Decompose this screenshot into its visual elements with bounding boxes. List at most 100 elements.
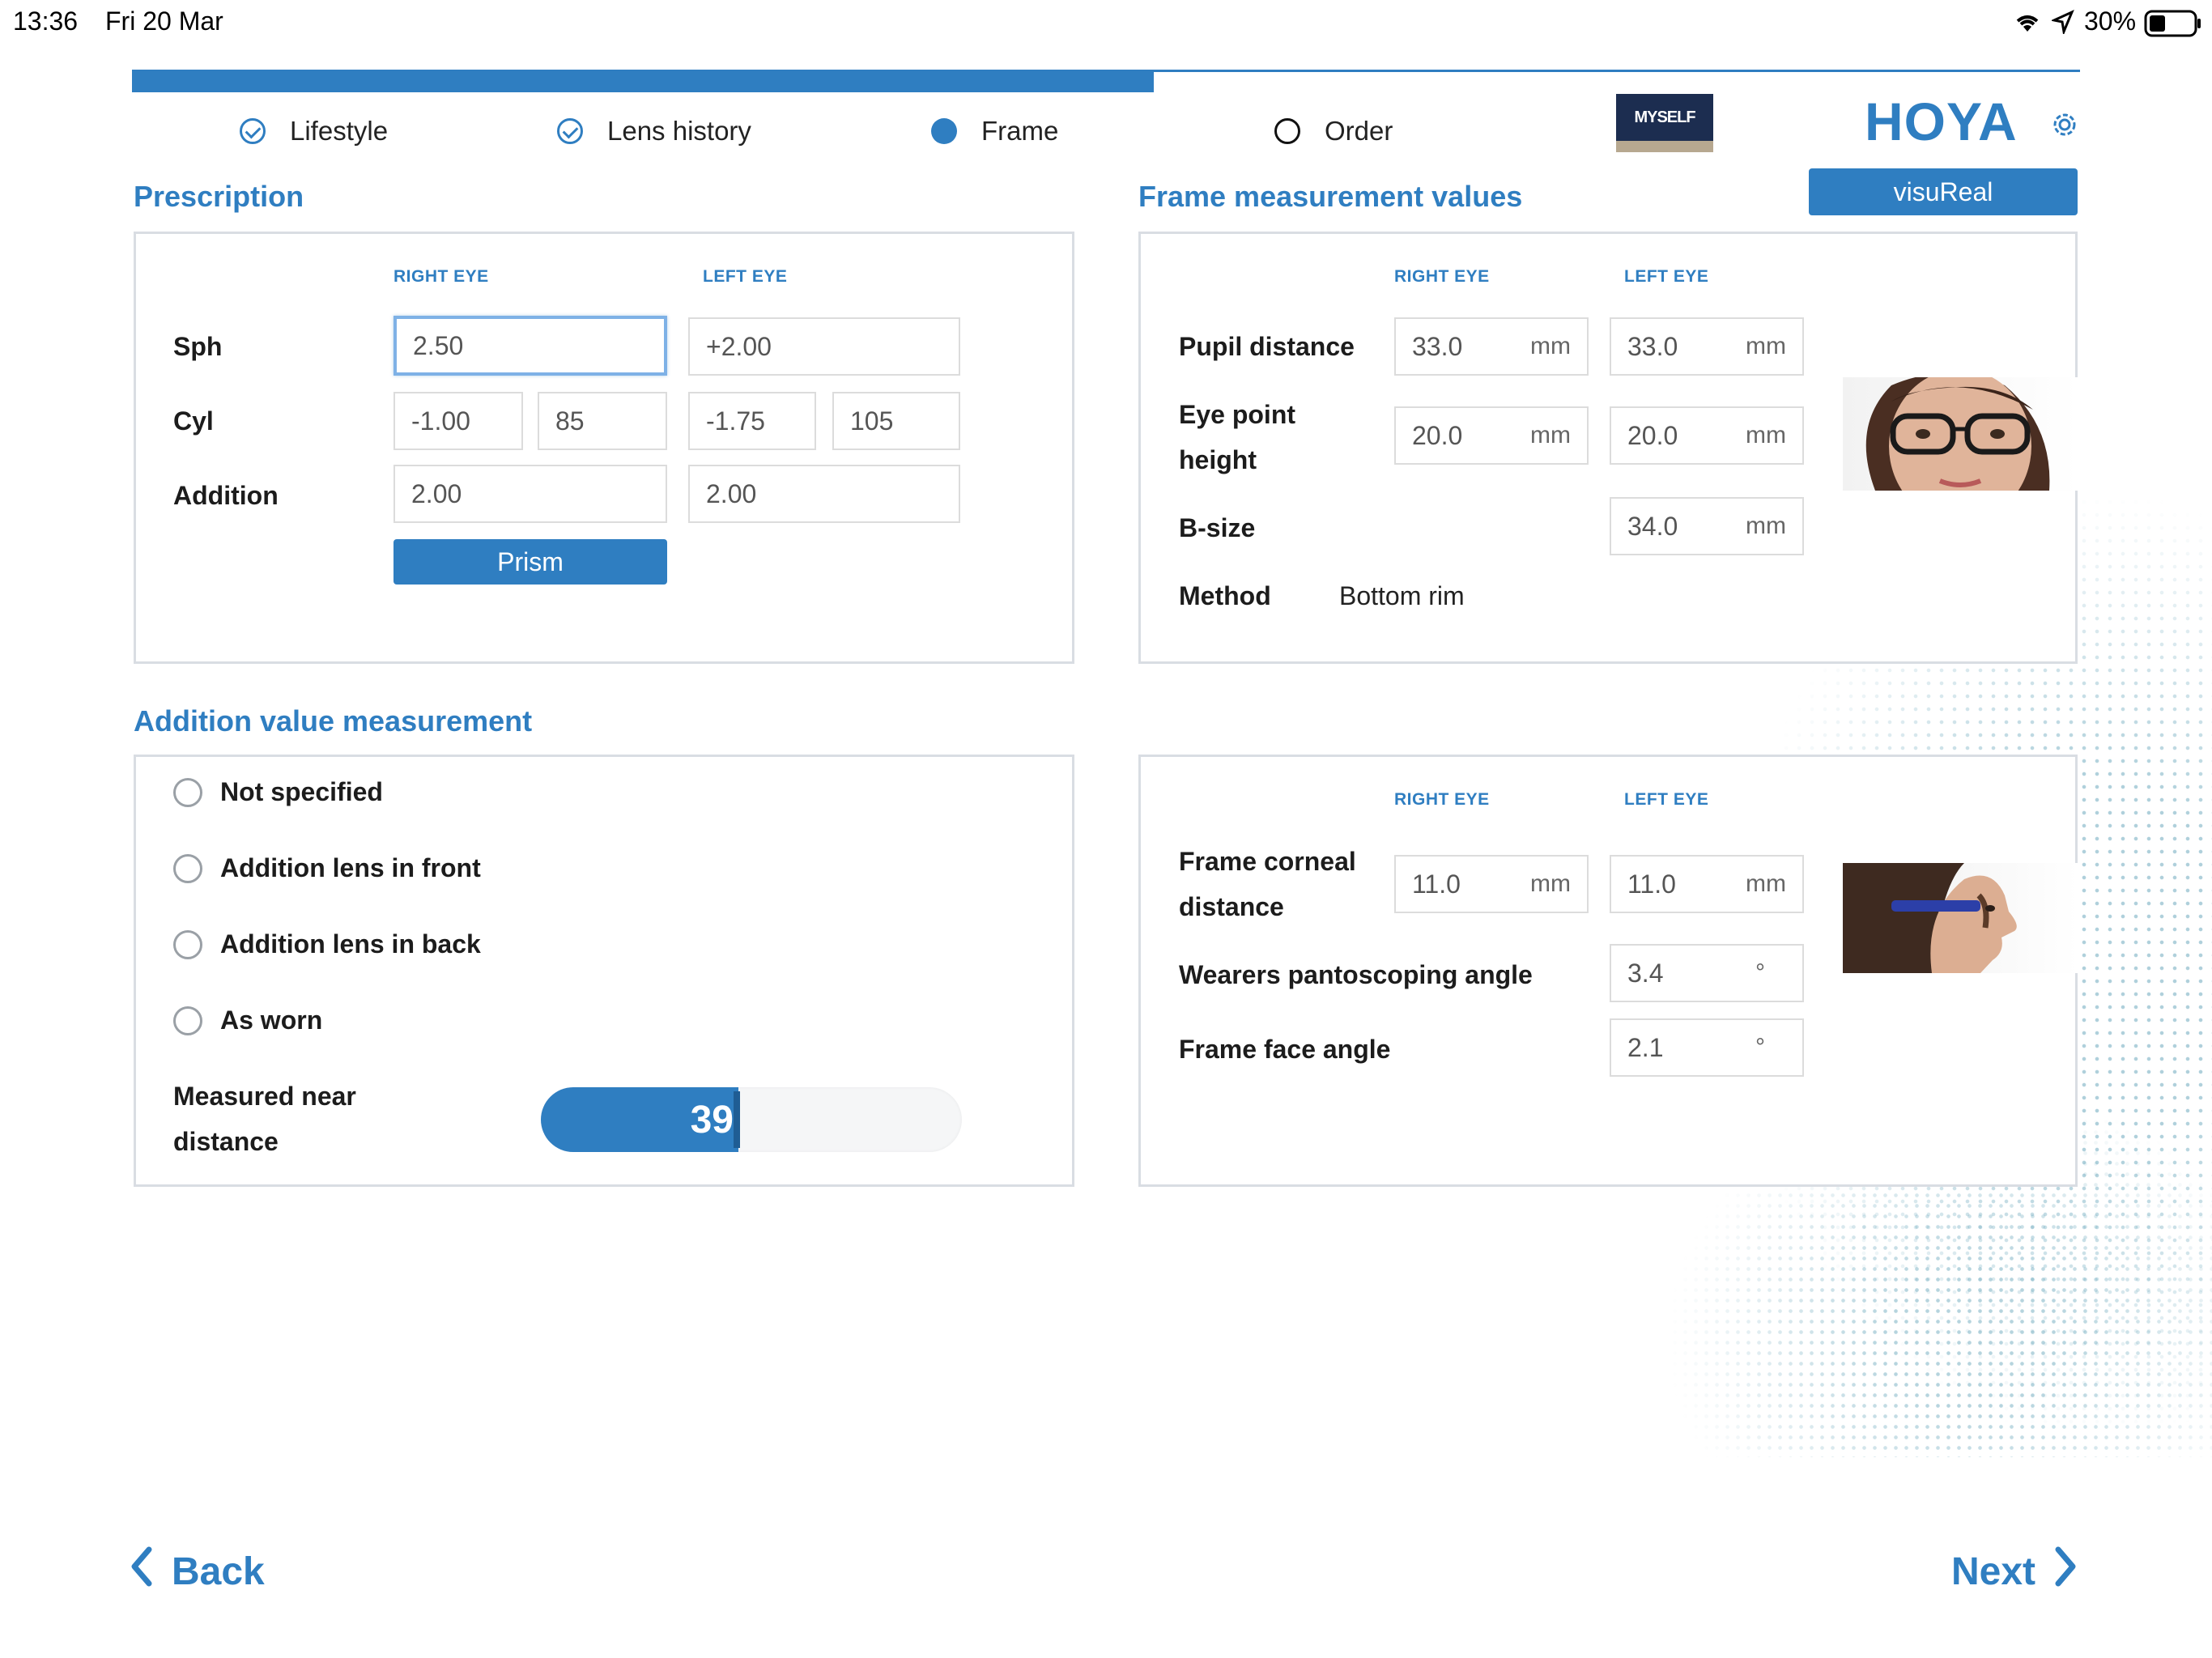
right-eye-header: RIGHT EYE [1394,790,1490,809]
radio-addition-lens-in-back[interactable]: Addition lens in back [173,929,481,959]
check-circle-icon [557,118,583,144]
right-eye-point-height-input[interactable]: 20.0 mm [1394,406,1589,465]
check-circle-icon [240,118,266,144]
right-corneal-distance-input[interactable]: 11.0 mm [1394,855,1589,913]
radio-addition-lens-in-front[interactable]: Addition lens in front [173,853,481,883]
myself-badge: MYSELF [1616,94,1713,152]
battery-percent: 30% [2084,6,2137,36]
field-value: 33.0 [1412,331,1463,361]
near-distance-label-2: distance [173,1127,279,1156]
filled-circle-icon [931,118,957,144]
sph-label: Sph [173,332,223,361]
field-value: 2.50 [413,330,464,360]
near-distance-value: 39 [690,1098,734,1141]
radio-not-specified[interactable]: Not specified [173,777,383,807]
corneal-distance-label-2: distance [1179,892,1284,921]
field-value: 85 [555,406,585,436]
back-button[interactable]: Back [130,1546,265,1596]
hoya-logo: HOYA [1865,91,2018,151]
left-face-angle-input[interactable]: 2.1 ° [1610,1018,1804,1077]
left-addition-input[interactable]: 2.00 [688,465,960,523]
near-distance-slider-handle[interactable] [734,1091,740,1148]
field-value: -1.75 [706,406,765,436]
field-value: 11.0 [1412,869,1461,899]
bsize-label: B-size [1179,513,1256,542]
next-button[interactable]: Next [1951,1546,2078,1596]
field-value: -1.00 [411,406,470,436]
field-value: 33.0 [1627,331,1678,361]
radio-label: As worn [220,1005,323,1035]
radio-circle-icon [173,1005,202,1035]
step-label: Order [1325,116,1393,146]
radio-circle-icon [173,777,202,807]
corneal-distance-label-1: Frame corneal [1179,847,1356,876]
unit-label: mm [1746,422,1786,449]
progress-fill [132,70,1154,92]
face-side-photo [1843,863,2078,973]
cyl-label: Cyl [173,406,214,436]
unit-label: mm [1746,333,1786,359]
right-cyl-input[interactable]: -1.00 [393,392,523,450]
field-value: 20.0 [1627,420,1678,450]
radio-circle-icon [173,853,202,883]
unit-label: mm [1746,870,1786,897]
pupil-distance-label: Pupil distance [1179,332,1355,361]
left-corneal-distance-input[interactable]: 11.0 mm [1610,855,1804,913]
step-lifestyle[interactable]: Lifestyle [240,113,388,149]
right-eye-header: RIGHT EYE [1394,267,1490,286]
near-distance-slider-fill: 39 [541,1087,738,1152]
eye-point-height-label-1: Eye point [1179,400,1296,429]
back-label: Back [172,1550,265,1593]
right-axis-input[interactable]: 85 [538,392,667,450]
unit-label: ° [1755,1034,1765,1061]
radio-as-worn[interactable]: As worn [173,1005,322,1035]
left-bsize-input[interactable]: 34.0 mm [1610,497,1804,555]
right-eye-header: RIGHT EYE [393,267,489,286]
left-pupil-distance-input[interactable]: 33.0 mm [1610,317,1804,376]
unit-label: mm [1746,512,1786,539]
step-label: Frame [981,116,1059,146]
gear-icon[interactable] [2048,108,2081,141]
right-sph-input[interactable]: 2.50 [393,316,667,376]
left-pantoscopic-angle-input[interactable]: 3.4 ° [1610,944,1804,1002]
visureal-button[interactable]: visuReal [1809,168,2078,215]
left-eye-header: LEFT EYE [1624,790,1709,809]
radio-circle-icon [173,929,202,959]
right-pupil-distance-input[interactable]: 33.0 mm [1394,317,1589,376]
chevron-right-icon [2055,1546,2078,1596]
unit-label: ° [1755,959,1765,986]
field-value: 34.0 [1627,511,1678,541]
radio-label: Addition lens in front [220,853,481,882]
field-value: 20.0 [1412,420,1463,450]
wifi-icon [2013,10,2042,38]
left-eye-header: LEFT EYE [703,267,788,286]
right-addition-input[interactable]: 2.00 [393,465,667,523]
unit-label: mm [1530,870,1571,897]
field-value: 105 [850,406,894,436]
step-lens-history[interactable]: Lens history [557,113,751,149]
radio-label: Not specified [220,777,383,806]
left-axis-input[interactable]: 105 [832,392,960,450]
unit-label: mm [1530,422,1571,449]
frame-values-title: Frame measurement values [1138,180,1523,213]
step-order[interactable]: Order [1274,113,1393,149]
left-cyl-input[interactable]: -1.75 [688,392,816,450]
prescription-title: Prescription [134,180,304,213]
left-eye-point-height-input[interactable]: 20.0 mm [1610,406,1804,465]
pantoscopic-angle-label: Wearers pantoscoping angle [1179,960,1533,989]
status-date: Fri 20 Mar [105,6,223,36]
location-arrow-icon [2050,10,2074,38]
near-distance-label-1: Measured near [173,1082,356,1111]
face-front-photo [1843,377,2078,491]
field-value: 2.00 [411,478,462,508]
prism-button[interactable]: Prism [393,539,667,585]
chevron-left-icon [130,1546,152,1596]
field-value: +2.00 [706,331,772,361]
step-frame[interactable]: Frame [931,113,1058,149]
field-value: 11.0 [1627,869,1676,899]
radio-label: Addition lens in back [220,929,481,959]
left-eye-header: LEFT EYE [1624,267,1709,286]
method-value: Bottom rim [1339,581,1465,610]
left-sph-input[interactable]: +2.00 [688,317,960,376]
method-label: Method [1179,581,1271,610]
